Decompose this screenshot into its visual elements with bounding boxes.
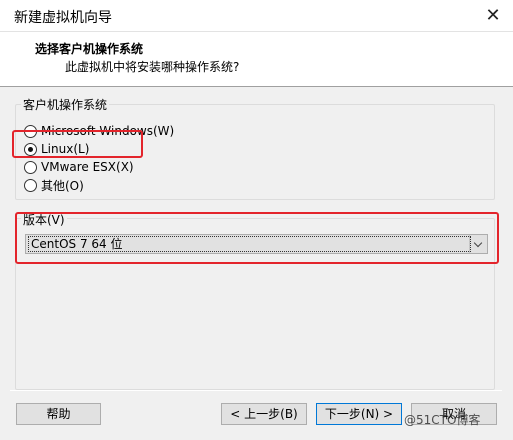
watermark: @51CTO博客 <box>404 413 481 427</box>
header-title: 选择客户机操作系统 <box>35 42 144 56</box>
radio-esx-circle[interactable] <box>24 160 37 174</box>
radio-esx[interactable]: VMware ESX(X) <box>24 158 134 176</box>
radio-other-circle[interactable] <box>24 178 37 192</box>
wizard-header: 选择客户机操作系统 此虚拟机中将安装哪种操作系统? <box>0 32 513 87</box>
next-button[interactable]: 下一步(N) > <box>316 403 402 425</box>
title-bar: 新建虚拟机向导 ✕ <box>0 0 513 32</box>
footer-divider <box>10 390 502 391</box>
close-icon[interactable]: ✕ <box>473 0 513 32</box>
window-title: 新建虚拟机向导 <box>14 10 112 26</box>
highlight-version <box>15 212 499 264</box>
radio-other-label: 其他(O) <box>41 178 84 193</box>
help-button[interactable]: 帮助 <box>16 403 101 425</box>
highlight-linux <box>12 130 143 158</box>
guest-os-label: 客户机操作系统 <box>21 96 110 113</box>
header-subtitle: 此虚拟机中将安装哪种操作系统? <box>65 60 240 74</box>
radio-other[interactable]: 其他(O) <box>24 176 84 194</box>
radio-esx-label: VMware ESX(X) <box>41 160 134 174</box>
back-button[interactable]: < 上一步(B) <box>221 403 307 425</box>
